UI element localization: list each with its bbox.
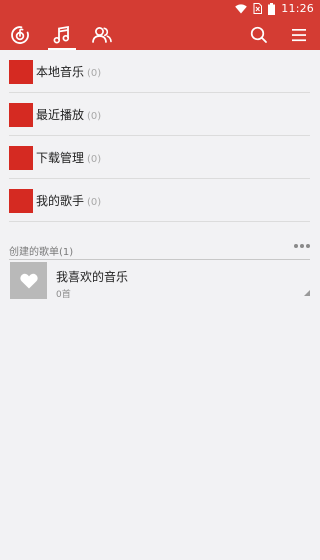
status-bar: 11:26 [0, 0, 320, 18]
my-music-menu: 本地音乐 (0) 最近播放 (0) 下载管理 (0) 我的歌手 (0) [0, 50, 320, 222]
search-button[interactable] [246, 23, 272, 47]
tab-discover[interactable] [4, 22, 36, 48]
created-playlists-header[interactable]: 创建的歌单(1) [0, 240, 320, 260]
menu-item-downloads[interactable]: 下载管理 (0) [0, 136, 320, 179]
menu-item-count: (0) [87, 68, 102, 79]
menu-item-local-music[interactable]: 本地音乐 (0) [0, 50, 320, 93]
menu-item-count: (0) [87, 197, 102, 208]
wifi-icon [235, 3, 248, 14]
friends-icon [92, 27, 112, 43]
menu-icon [292, 29, 306, 42]
my-artists-icon [9, 189, 33, 213]
menu-item-label: 本地音乐 (0) [36, 65, 102, 79]
menu-item-count: (0) [87, 111, 102, 122]
local-music-icon [9, 60, 33, 84]
playlist-track-count: 0首 [56, 290, 71, 300]
menu-item-label: 下载管理 (0) [36, 151, 102, 165]
playlist-title: 我喜欢的音乐 [56, 270, 129, 284]
playlist-cover [10, 262, 47, 299]
menu-button[interactable] [286, 23, 312, 47]
divider [9, 221, 310, 222]
music-note-icon [53, 25, 70, 44]
battery-icon [268, 2, 276, 15]
section-title: 创建的歌单(1) [9, 247, 74, 258]
netease-music-logo-icon [11, 26, 29, 44]
menu-item-label: 最近播放 (0) [36, 108, 102, 122]
playlist-item-liked-songs[interactable]: 我喜欢的音乐 0首 [0, 260, 320, 304]
corner-indicator-icon [304, 290, 310, 296]
more-options-icon[interactable] [294, 244, 310, 248]
no-sim-icon [253, 3, 263, 14]
recent-plays-icon [9, 103, 33, 127]
status-icons: 11:26 [235, 2, 314, 15]
menu-item-count: (0) [87, 154, 102, 165]
tab-my-music[interactable] [46, 22, 78, 50]
menu-item-recent-plays[interactable]: 最近播放 (0) [0, 93, 320, 136]
heart-icon [19, 273, 38, 288]
menu-item-label: 我的歌手 (0) [36, 194, 102, 208]
menu-item-my-artists[interactable]: 我的歌手 (0) [0, 179, 320, 222]
status-time: 11:26 [281, 2, 314, 15]
tab-friends[interactable] [86, 22, 118, 48]
search-icon [250, 26, 267, 43]
downloads-icon [9, 146, 33, 170]
top-bar [0, 18, 320, 50]
